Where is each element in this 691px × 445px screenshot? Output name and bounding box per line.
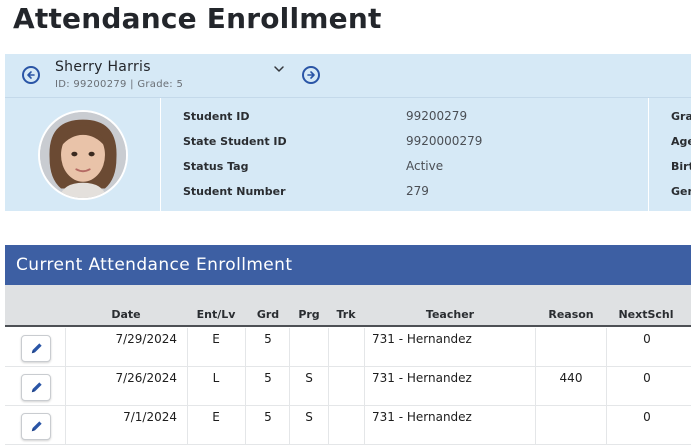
column-divider — [65, 367, 66, 406]
table-row: 7/29/2024 E 5 731 - Hernandez 0 — [5, 328, 691, 367]
column-divider — [328, 367, 329, 406]
birthdate-label: Birt — [671, 160, 691, 173]
cell-ent-lv: L — [212, 371, 220, 385]
column-header-teacher[interactable]: Teacher — [426, 308, 474, 321]
column-header-trk[interactable]: Trk — [336, 308, 355, 321]
column-header-prg[interactable]: Prg — [298, 308, 319, 321]
column-divider — [364, 328, 365, 367]
cell-date: 7/29/2024 — [115, 332, 177, 346]
table-header: Date Ent/Lv Grd Prg Trk Teacher Reason N… — [5, 285, 691, 327]
cell-reason: 440 — [559, 371, 583, 385]
status-tag-label: Status Tag — [183, 160, 249, 173]
pencil-icon — [31, 382, 42, 393]
column-header-grd[interactable]: Grd — [257, 308, 279, 321]
pencil-icon — [31, 421, 42, 432]
column-divider — [245, 328, 246, 367]
column-divider — [535, 406, 536, 445]
column-header-date[interactable]: Date — [111, 308, 140, 321]
edit-button[interactable] — [21, 335, 51, 362]
student-details: Student ID 99200279 State Student ID 992… — [162, 98, 649, 211]
column-divider — [535, 367, 536, 406]
student-id-grade: ID: 99200279 | Grade: 5 — [55, 79, 184, 90]
cell-prg: S — [305, 410, 313, 424]
cell-prg: S — [305, 371, 313, 385]
chevron-down-icon[interactable] — [273, 60, 285, 72]
table-row: 7/26/2024 L 5 S 731 - Hernandez 440 0 — [5, 367, 691, 406]
state-student-id-value: 9920000279 — [406, 134, 483, 148]
column-divider — [187, 406, 188, 445]
column-divider — [187, 328, 188, 367]
page-title: Attendance Enrollment — [13, 2, 382, 35]
column-divider — [245, 367, 246, 406]
cell-ent-lv: E — [212, 332, 220, 346]
column-divider — [606, 367, 607, 406]
arrow-right-circle-icon[interactable] — [302, 66, 320, 84]
table-row: 7/1/2024 E 5 S 731 - Hernandez 0 — [5, 406, 691, 445]
avatar — [38, 110, 128, 200]
cell-ent-lv: E — [212, 410, 220, 424]
edit-button[interactable] — [21, 413, 51, 440]
column-divider — [245, 406, 246, 445]
column-divider — [65, 328, 66, 367]
column-divider — [364, 406, 365, 445]
cell-grd: 5 — [264, 332, 272, 346]
cell-nextschl: 0 — [643, 371, 651, 385]
state-student-id-label: State Student ID — [183, 135, 287, 148]
edit-button[interactable] — [21, 374, 51, 401]
grade-label: Gra — [671, 110, 691, 123]
arrow-left-circle-icon[interactable] — [22, 66, 40, 84]
column-divider — [289, 406, 290, 445]
cell-teacher: 731 - Hernandez — [372, 410, 472, 424]
column-divider — [328, 328, 329, 367]
student-number-value: 279 — [406, 184, 429, 198]
cell-grd: 5 — [264, 371, 272, 385]
column-header-ent-lv[interactable]: Ent/Lv — [197, 308, 236, 321]
cell-nextschl: 0 — [643, 332, 651, 346]
column-divider — [289, 367, 290, 406]
pencil-icon — [31, 343, 42, 354]
column-header-reason[interactable]: Reason — [548, 308, 593, 321]
section-header: Current Attendance Enrollment — [5, 245, 691, 285]
column-divider — [606, 328, 607, 367]
status-tag-value: Active — [406, 159, 444, 173]
cell-grd: 5 — [264, 410, 272, 424]
column-divider — [187, 367, 188, 406]
column-divider — [364, 367, 365, 406]
cell-date: 7/1/2024 — [123, 410, 177, 424]
column-divider — [65, 406, 66, 445]
column-divider — [606, 406, 607, 445]
cell-teacher: 731 - Hernandez — [372, 332, 472, 346]
student-id-label: Student ID — [183, 110, 250, 123]
student-name: Sherry Harris — [55, 59, 151, 75]
cell-date: 7/26/2024 — [115, 371, 177, 385]
column-divider — [535, 328, 536, 367]
age-label: Age — [671, 135, 691, 148]
photo-cell — [5, 98, 161, 211]
column-header-nextschl[interactable]: NextSchl — [618, 308, 673, 321]
cell-teacher: 731 - Hernandez — [372, 371, 472, 385]
section-title: Current Attendance Enrollment — [16, 255, 293, 275]
column-divider — [289, 328, 290, 367]
student-number-label: Student Number — [183, 185, 286, 198]
cell-nextschl: 0 — [643, 410, 651, 424]
student-id-value: 99200279 — [406, 109, 468, 123]
gender-label: Gen — [671, 185, 691, 198]
column-divider — [328, 406, 329, 445]
student-info-panel: Student ID 99200279 State Student ID 992… — [5, 98, 691, 211]
student-selector-bar: Sherry Harris ID: 99200279 | Grade: 5 — [5, 54, 691, 98]
